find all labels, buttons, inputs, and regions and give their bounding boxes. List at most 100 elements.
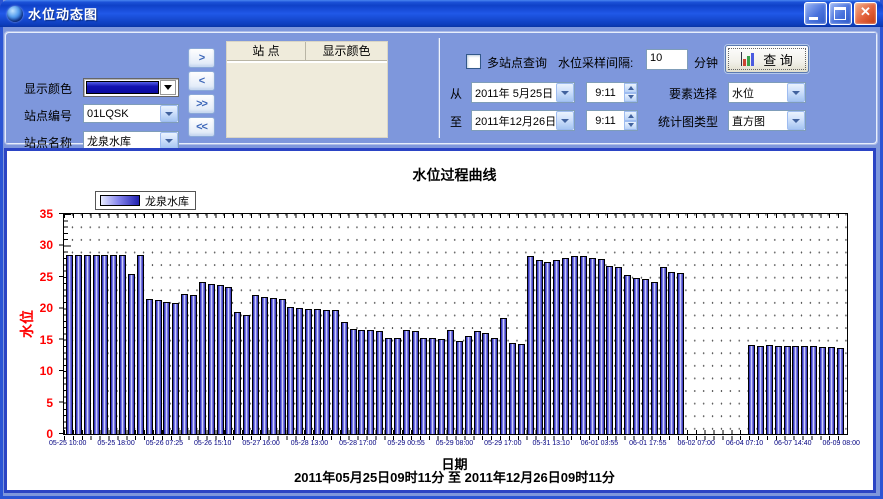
x-tick-label: 05-28 17:00 xyxy=(339,440,376,447)
y-tick-label: 20 xyxy=(13,301,53,315)
to-date-picker[interactable]: 2011年12月26日 xyxy=(471,110,575,131)
x-tick-label: 05-29 00:55 xyxy=(387,440,424,447)
bar xyxy=(163,302,170,434)
chart-type-combobox[interactable]: 直方图 xyxy=(728,110,806,131)
station-id-label: 站点编号 xyxy=(24,107,72,124)
spin-down-button[interactable] xyxy=(624,121,637,131)
close-icon: ✕ xyxy=(855,4,876,20)
spin-up-button[interactable] xyxy=(624,83,637,93)
bar xyxy=(429,338,436,434)
panel-divider xyxy=(438,38,440,138)
station-id-combobox[interactable]: 01LQSK xyxy=(83,104,179,123)
query-button[interactable]: 查 询 xyxy=(725,45,809,73)
station-id-dropdown-button[interactable] xyxy=(160,105,178,122)
maximize-button[interactable] xyxy=(829,2,852,25)
bar xyxy=(792,346,799,434)
legend-swatch xyxy=(100,195,140,206)
table-header-color[interactable]: 显示颜色 xyxy=(306,42,387,61)
chevron-down-icon xyxy=(561,119,569,123)
multi-station-checkbox[interactable] xyxy=(466,54,481,69)
bar xyxy=(491,338,498,435)
chart-date-range-label: 2011年05月25日09时11分 至 2011年12月26日09时11分 xyxy=(63,467,846,486)
maximize-icon xyxy=(834,7,846,20)
bar xyxy=(730,433,737,434)
bar xyxy=(332,310,339,434)
element-combobox[interactable]: 水位 xyxy=(728,82,806,103)
bar xyxy=(580,256,587,434)
bar xyxy=(252,295,259,434)
bar xyxy=(403,330,410,434)
bar xyxy=(571,256,578,434)
app-window: 水位动态图 ✕ 显示颜色 站点编号 01LQSK 站点名称 龙泉水库 > < >… xyxy=(0,0,883,499)
bar xyxy=(358,330,365,434)
bar xyxy=(146,299,153,435)
to-time-spinner[interactable]: 9:11 xyxy=(586,110,638,131)
x-tick-label: 05-25 10:00 xyxy=(49,440,86,447)
interval-unit-label: 分钟 xyxy=(694,54,718,71)
bar xyxy=(101,255,108,435)
bar xyxy=(438,339,445,434)
bar xyxy=(518,344,525,434)
y-tick-label: 35 xyxy=(13,207,53,221)
to-label: 至 xyxy=(450,113,462,130)
bar xyxy=(456,341,463,434)
from-date-dropdown-button[interactable] xyxy=(556,83,574,102)
bar xyxy=(93,255,100,435)
chart-title: 水位过程曲线 xyxy=(63,165,846,185)
x-tick-label: 06-07 14:40 xyxy=(774,440,811,447)
interval-input[interactable]: 10 xyxy=(646,49,688,70)
x-tick-label: 05-27 16:00 xyxy=(242,440,279,447)
bar xyxy=(447,330,454,434)
bar xyxy=(287,307,294,434)
bar xyxy=(225,287,232,434)
bar xyxy=(598,259,605,434)
bar xyxy=(775,346,782,434)
bar xyxy=(668,272,675,435)
x-tick-label: 05-26 15:10 xyxy=(194,440,231,447)
bar xyxy=(615,267,622,434)
bar xyxy=(137,255,144,435)
move-all-right-button[interactable]: >> xyxy=(188,94,215,114)
station-id-value: 01LQSK xyxy=(87,108,160,120)
color-dropdown-button[interactable] xyxy=(160,80,176,95)
display-color-combobox[interactable] xyxy=(83,78,179,97)
minimize-button[interactable] xyxy=(804,2,827,25)
x-tick-label: 06-02 07:00 xyxy=(677,440,714,447)
bar xyxy=(394,338,401,434)
title-bar[interactable]: 水位动态图 ✕ xyxy=(0,0,883,27)
x-tick-label: 05-25 18:00 xyxy=(97,440,134,447)
chart-panel: 水位过程曲线 龙泉水库 水位 05101520253035 05-25 10:0… xyxy=(4,148,876,493)
bar xyxy=(84,255,91,435)
x-tick-label: 06-09 08:00 xyxy=(823,440,860,447)
bar xyxy=(509,343,516,434)
chevron-down-icon xyxy=(165,139,173,143)
station-name-dropdown-button[interactable] xyxy=(160,132,178,149)
bar xyxy=(243,315,250,434)
bar xyxy=(420,338,427,435)
x-tick-label: 06-01 17:55 xyxy=(629,440,666,447)
bar xyxy=(323,310,330,434)
bar xyxy=(527,256,534,434)
x-tick-label: 05-29 17:00 xyxy=(484,440,521,447)
station-color-table[interactable]: 站 点 显示颜色 xyxy=(226,41,388,138)
plot-area xyxy=(63,213,848,435)
spin-up-button[interactable] xyxy=(624,111,637,121)
to-date-dropdown-button[interactable] xyxy=(556,111,574,130)
bar xyxy=(376,331,383,435)
bar xyxy=(633,278,640,434)
close-button[interactable]: ✕ xyxy=(854,2,877,25)
move-all-left-button[interactable]: << xyxy=(188,117,215,137)
element-dropdown-button[interactable] xyxy=(787,83,805,102)
spin-down-button[interactable] xyxy=(624,93,637,103)
bar xyxy=(199,282,206,434)
table-header-station[interactable]: 站 点 xyxy=(227,42,306,61)
chart-type-dropdown-button[interactable] xyxy=(787,111,805,130)
bar xyxy=(279,299,286,435)
x-tick-label: 05-29 08:00 xyxy=(436,440,473,447)
bar xyxy=(261,297,268,434)
from-time-spinner[interactable]: 9:11 xyxy=(586,82,638,103)
move-right-button[interactable]: > xyxy=(188,48,215,68)
move-left-button[interactable]: < xyxy=(188,71,215,91)
multi-station-label: 多站点查询 xyxy=(487,54,547,71)
from-date-picker[interactable]: 2011年 5月25日 xyxy=(471,82,575,103)
